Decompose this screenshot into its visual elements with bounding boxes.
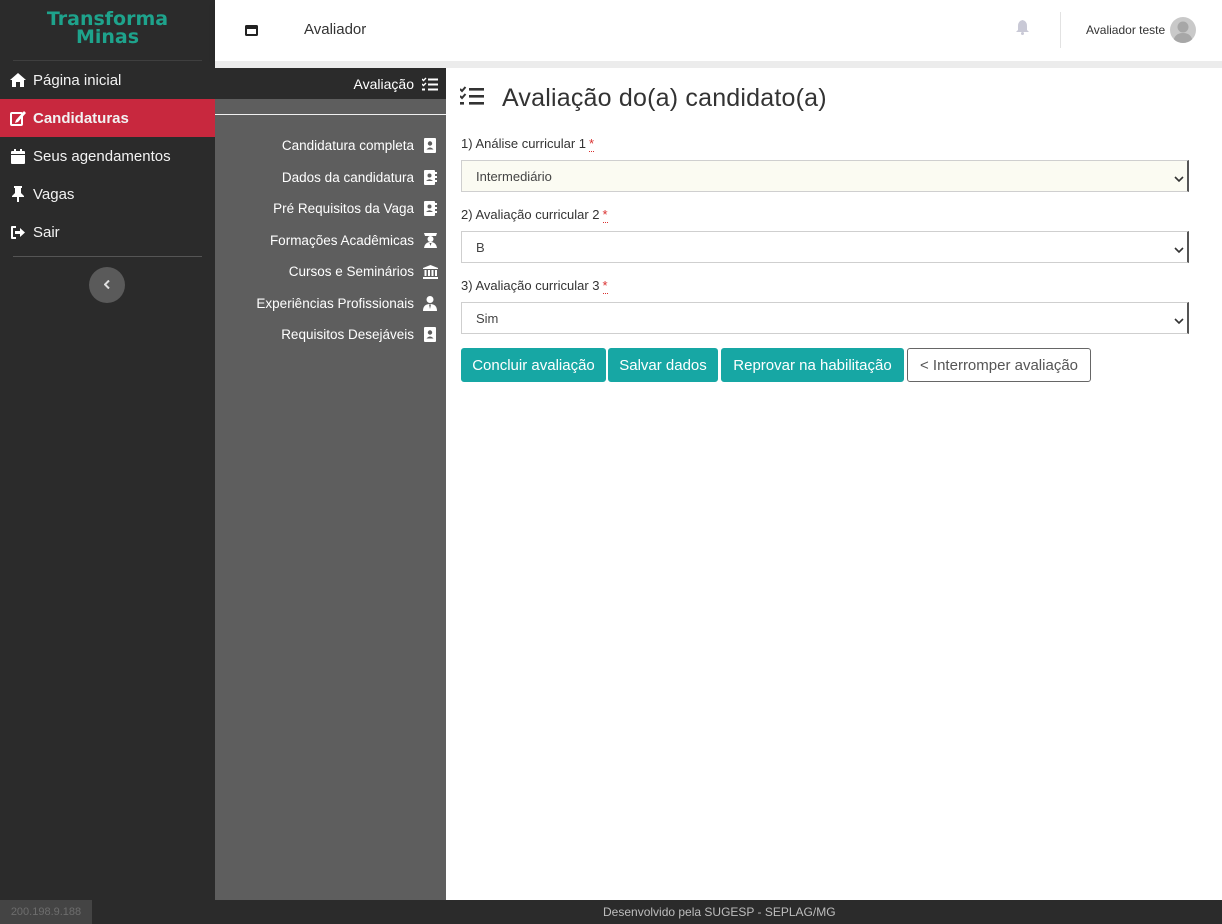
chevron-left-icon: [103, 276, 110, 294]
subnav-item-formacoes-academicas[interactable]: Formações Acadêmicas: [215, 225, 446, 257]
field-label-text: 3) Avaliação curricular 3: [461, 278, 600, 293]
field-label-text: 1) Análise curricular 1: [461, 136, 586, 151]
header-divider: [1060, 12, 1061, 48]
home-icon: [10, 72, 26, 88]
sidebar-item-label: Seus agendamentos: [33, 147, 171, 165]
page-footer: 200.198.9.188 Desenvolvido pela SUGESP -…: [0, 900, 1222, 924]
user-avatar-icon[interactable]: [1170, 17, 1196, 43]
analise-curricular-1-select[interactable]: Intermediário: [461, 160, 1189, 192]
pin-icon: [10, 186, 26, 202]
required-marker: *: [589, 136, 595, 152]
footer-credit: Desenvolvido pela SUGESP - SEPLAG/MG: [603, 905, 836, 919]
sidebar-item-seus-agendamentos[interactable]: Seus agendamentos: [0, 137, 215, 175]
subnav-item-label: Formações Acadêmicas: [269, 232, 414, 248]
subnav-list: Candidatura completa Dados da candidatur…: [215, 130, 446, 351]
ip-badge: 200.198.9.188: [0, 900, 92, 924]
select-value: Sim: [476, 310, 499, 326]
subnav-item-label: Cursos e Seminários: [288, 264, 414, 280]
graduate-icon: [422, 232, 438, 248]
subnav-item-cursos-e-seminarios[interactable]: Cursos e Seminários: [215, 256, 446, 288]
avaliacao-curricular-3-select[interactable]: Sim: [461, 302, 1189, 334]
interrupt-evaluation-button[interactable]: < Interromper avaliação: [907, 348, 1091, 382]
calendar-icon: [10, 148, 26, 164]
page-title: Avaliação do(a) candidato(a): [459, 84, 827, 113]
sign-out-icon: [10, 224, 26, 240]
address-book-icon: [422, 169, 438, 185]
sidebar-item-sair[interactable]: Sair: [0, 213, 215, 251]
save-data-button[interactable]: Salvar dados: [608, 348, 718, 382]
sidebar-item-vagas[interactable]: Vagas: [0, 175, 215, 213]
edit-icon: [10, 110, 26, 126]
subnav-item-label: Candidatura completa: [281, 138, 414, 154]
avaliacao-curricular-2-select[interactable]: B: [461, 231, 1189, 263]
sidebar-item-pagina-inicial[interactable]: Página inicial: [0, 61, 215, 99]
main-sidebar: Transforma Minas Página inicial Candidat…: [0, 0, 215, 900]
subnav-item-label: Dados da candidatura: [281, 169, 414, 185]
required-marker: *: [602, 207, 608, 223]
user-tie-icon: [422, 295, 438, 311]
chevron-down-icon: [1174, 313, 1184, 328]
top-header: Avaliador Avaliador teste: [215, 0, 1222, 61]
app-logo[interactable]: Transforma Minas: [13, 0, 202, 61]
subnav-item-candidatura-completa[interactable]: Candidatura completa: [215, 130, 446, 162]
required-marker: *: [602, 278, 608, 294]
chevron-down-icon: [1174, 242, 1184, 257]
subnav-heading-label: Avaliação: [353, 75, 414, 92]
subnav-item-requisitos-desejaveis[interactable]: Requisitos Desejáveis: [215, 319, 446, 351]
page-title-text: Avaliação do(a) candidato(a): [502, 84, 827, 112]
university-icon: [422, 264, 438, 280]
sidebar-item-label: Página inicial: [33, 71, 122, 89]
address-book-icon: [422, 201, 438, 217]
sidebar-item-label: Vagas: [33, 185, 75, 203]
subnav-item-pre-requisitos[interactable]: Pré Requisitos da Vaga: [215, 193, 446, 225]
reject-habilitation-button[interactable]: Reprovar na habilitação: [721, 348, 904, 382]
subnav-heading[interactable]: Avaliação: [215, 68, 446, 99]
sidebar-divider: [13, 256, 202, 257]
field-1-label: 1) Análise curricular 1 *: [461, 136, 595, 152]
header-shadow-strip: [215, 61, 1222, 68]
id-card-icon: [422, 327, 438, 343]
field-2-label: 2) Avaliação curricular 2 *: [461, 207, 608, 223]
sidebar-collapse-button[interactable]: [89, 267, 125, 303]
subnav-divider: [215, 114, 446, 115]
subnav-item-label: Experiências Profissionais: [256, 295, 414, 311]
subnav-item-dados-da-candidatura[interactable]: Dados da candidatura: [215, 162, 446, 194]
subnav-item-label: Pré Requisitos da Vaga: [273, 201, 414, 217]
user-name[interactable]: Avaliador teste: [1086, 23, 1165, 37]
subnav-item-label: Requisitos Desejáveis: [281, 327, 414, 343]
header-title: Avaliador: [304, 21, 367, 38]
conclude-evaluation-button[interactable]: Concluir avaliação: [461, 348, 606, 382]
sidebar-item-label: Sair: [33, 223, 60, 241]
logo-line-2: Minas: [75, 26, 140, 48]
subnav-item-experiencias-profissionais[interactable]: Experiências Profissionais: [215, 288, 446, 320]
field-label-text: 2) Avaliação curricular 2: [461, 207, 600, 222]
window-icon[interactable]: [245, 23, 258, 41]
tasks-icon: [459, 86, 484, 111]
sidebar-item-label: Candidaturas: [33, 109, 129, 127]
bell-icon[interactable]: [1016, 20, 1029, 40]
chevron-down-icon: [1174, 171, 1184, 186]
id-card-icon: [422, 138, 438, 154]
main-content: Avaliação do(a) candidato(a) 1) Análise …: [446, 68, 1222, 900]
select-value: B: [476, 239, 485, 255]
evaluation-subnav: Avaliação Candidatura completa Dados da …: [215, 68, 446, 900]
select-value: Intermediário: [476, 168, 552, 184]
sidebar-item-candidaturas[interactable]: Candidaturas: [0, 99, 215, 137]
tasks-icon: [422, 77, 438, 91]
field-3-label: 3) Avaliação curricular 3 *: [461, 278, 608, 294]
